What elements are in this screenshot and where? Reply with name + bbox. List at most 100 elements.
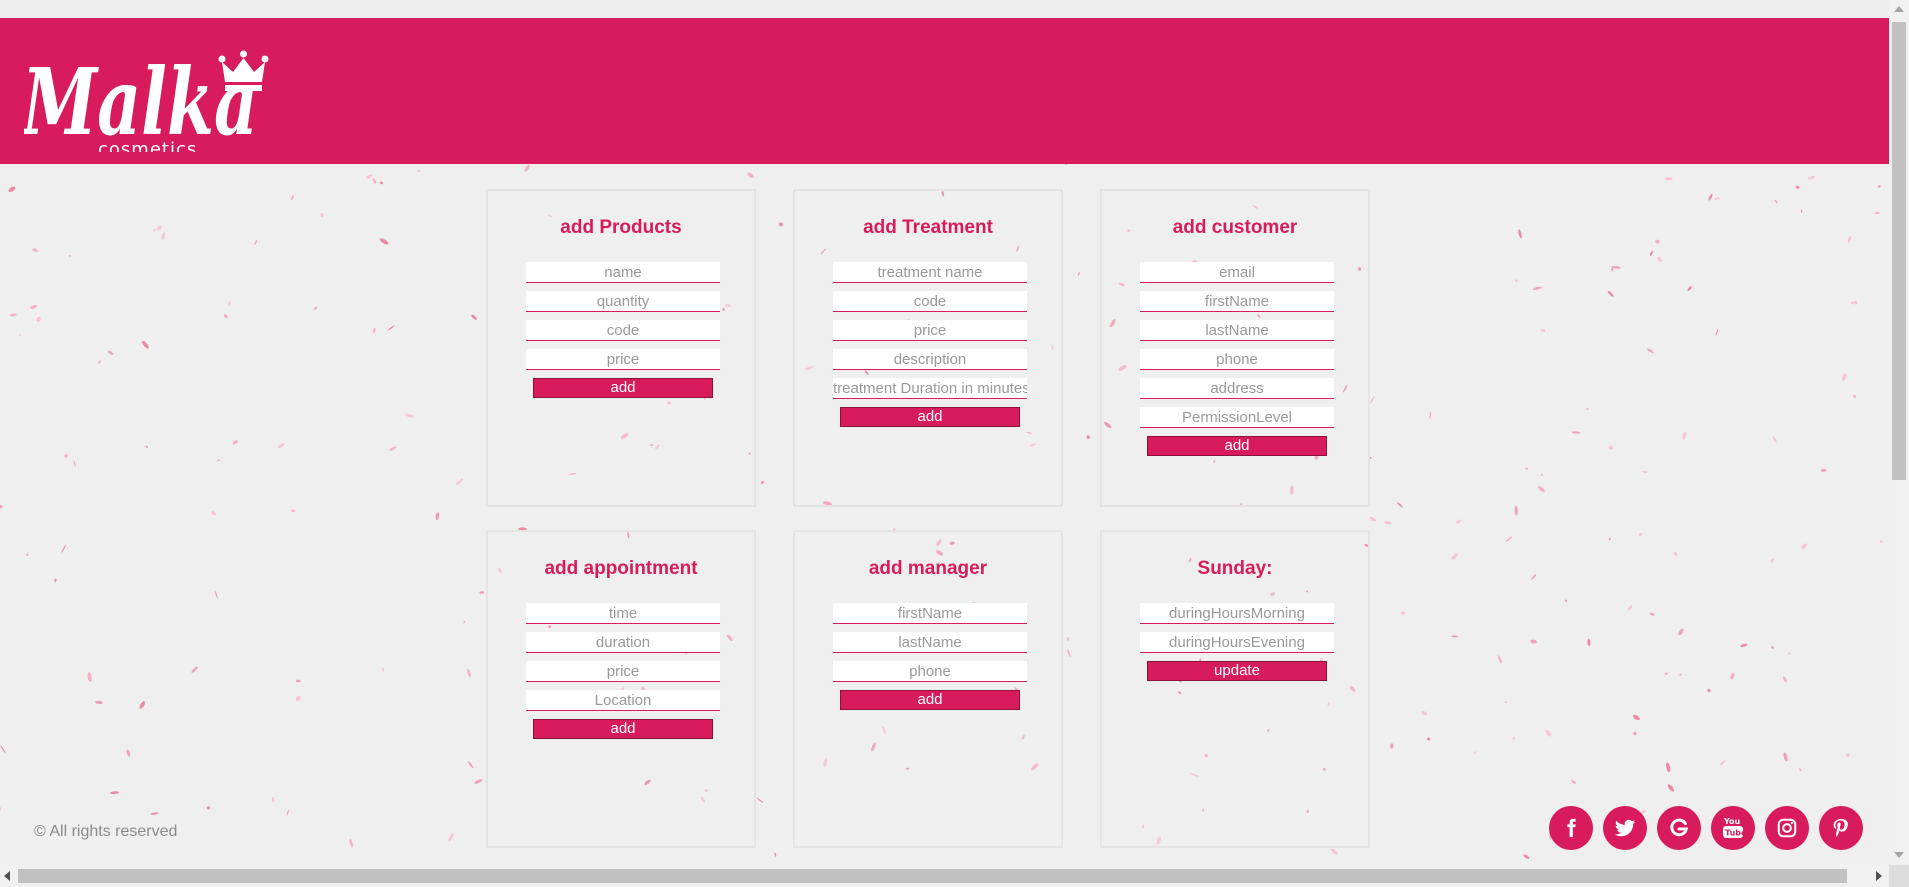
speckle xyxy=(1545,729,1552,737)
horizontal-scrollbar[interactable] xyxy=(0,865,1889,887)
product-quantity-input[interactable] xyxy=(526,291,720,312)
speckle xyxy=(1564,599,1567,603)
horizontal-scroll-thumb[interactable] xyxy=(18,869,1847,883)
speckle xyxy=(214,590,218,599)
instagram-icon[interactable] xyxy=(1765,806,1809,850)
treatment-name-input[interactable] xyxy=(833,262,1027,283)
scroll-down-icon[interactable] xyxy=(1894,852,1904,858)
speckle xyxy=(191,666,198,673)
appointment-time-input[interactable] xyxy=(526,603,720,624)
speckle xyxy=(1451,553,1458,560)
scroll-left-icon[interactable] xyxy=(4,871,10,881)
morning-hours-input[interactable] xyxy=(1140,603,1334,624)
customer-email-input[interactable] xyxy=(1140,262,1334,283)
speckle xyxy=(372,178,377,184)
vertical-scroll-thumb[interactable] xyxy=(1892,22,1906,480)
speckle xyxy=(1874,211,1880,215)
speckle xyxy=(145,445,149,448)
appointment-location-input[interactable] xyxy=(526,690,720,711)
speckle xyxy=(1877,185,1881,188)
speckle xyxy=(1820,468,1827,472)
treatment-description-input[interactable] xyxy=(833,349,1027,370)
speckle xyxy=(1771,645,1774,649)
speckle xyxy=(1497,655,1503,664)
product-price-input[interactable] xyxy=(526,349,720,370)
speckle xyxy=(1799,768,1802,772)
svg-text:You: You xyxy=(1723,817,1741,826)
scroll-up-icon[interactable] xyxy=(1894,6,1904,12)
speckle xyxy=(1847,236,1852,243)
treatment-code-input[interactable] xyxy=(833,291,1027,312)
speckle xyxy=(1707,688,1711,693)
speckle xyxy=(474,779,483,784)
manager-phone-input[interactable] xyxy=(833,661,1027,682)
speckle xyxy=(1504,701,1507,704)
speckle xyxy=(295,695,301,701)
speckle xyxy=(1400,611,1406,615)
manager-lastname-input[interactable] xyxy=(833,632,1027,653)
evening-hours-input[interactable] xyxy=(1140,632,1334,653)
speckle xyxy=(1638,532,1642,536)
appointment-duration-input[interactable] xyxy=(526,632,720,653)
speckle xyxy=(1627,604,1633,611)
add-customer-button[interactable]: add xyxy=(1147,436,1327,456)
speckle xyxy=(211,510,216,516)
product-name-input[interactable] xyxy=(526,262,720,283)
youtube-icon[interactable]: You Tube xyxy=(1711,806,1755,850)
speckle xyxy=(1587,638,1591,646)
vertical-scrollbar[interactable] xyxy=(1889,0,1909,865)
customer-permission-input[interactable] xyxy=(1140,407,1334,428)
customer-address-input[interactable] xyxy=(1140,378,1334,399)
speckle xyxy=(68,255,72,257)
speckle xyxy=(387,325,395,331)
customer-firstname-input[interactable] xyxy=(1140,291,1334,312)
speckle xyxy=(87,672,92,683)
logo-subtext: cosmetics xyxy=(98,139,197,152)
speckle xyxy=(1456,519,1462,524)
speckle xyxy=(774,852,777,857)
card-title: Sunday: xyxy=(1197,558,1273,579)
google-icon[interactable] xyxy=(1657,806,1701,850)
speckle xyxy=(141,340,149,349)
svg-text:Tube: Tube xyxy=(1725,829,1745,838)
speckle xyxy=(1512,737,1515,740)
speckle xyxy=(139,701,146,709)
speckle xyxy=(107,350,114,355)
add-treatment-button[interactable]: add xyxy=(840,407,1020,427)
speckle xyxy=(1772,436,1777,444)
card-title: add manager xyxy=(868,558,988,579)
malka-logo[interactable]: Malka cosmetics xyxy=(24,32,274,152)
speckle xyxy=(32,248,39,253)
add-product-button[interactable]: add xyxy=(533,378,713,398)
speckle xyxy=(223,314,228,319)
treatment-price-input[interactable] xyxy=(833,320,1027,341)
speckle xyxy=(95,700,103,705)
add-appointment-button[interactable]: add xyxy=(533,719,713,739)
customer-phone-input[interactable] xyxy=(1140,349,1334,370)
card-title: add Products xyxy=(560,217,682,238)
manager-firstname-input[interactable] xyxy=(833,603,1027,624)
speckle xyxy=(379,181,383,185)
speckle xyxy=(479,591,485,594)
speckle xyxy=(779,222,783,227)
speckle xyxy=(471,314,477,320)
speckle xyxy=(1369,516,1376,522)
product-code-input[interactable] xyxy=(526,320,720,341)
speckle xyxy=(1807,175,1816,180)
speckle xyxy=(1783,752,1788,762)
update-hours-button[interactable]: update xyxy=(1147,661,1327,681)
pinterest-icon[interactable] xyxy=(1819,806,1863,850)
customer-lastname-input[interactable] xyxy=(1140,320,1334,341)
appointment-price-input[interactable] xyxy=(526,661,720,682)
speckle xyxy=(271,797,275,803)
twitter-icon[interactable] xyxy=(1603,806,1647,850)
speckle xyxy=(1678,628,1684,636)
scroll-right-icon[interactable] xyxy=(1876,871,1882,881)
speckle xyxy=(1800,209,1803,213)
facebook-icon[interactable] xyxy=(1549,806,1593,850)
speckle xyxy=(1390,743,1394,749)
add-manager-button[interactable]: add xyxy=(840,690,1020,710)
treatment-duration-input[interactable] xyxy=(833,378,1027,399)
speckle xyxy=(1571,431,1581,434)
speckle xyxy=(98,360,101,364)
